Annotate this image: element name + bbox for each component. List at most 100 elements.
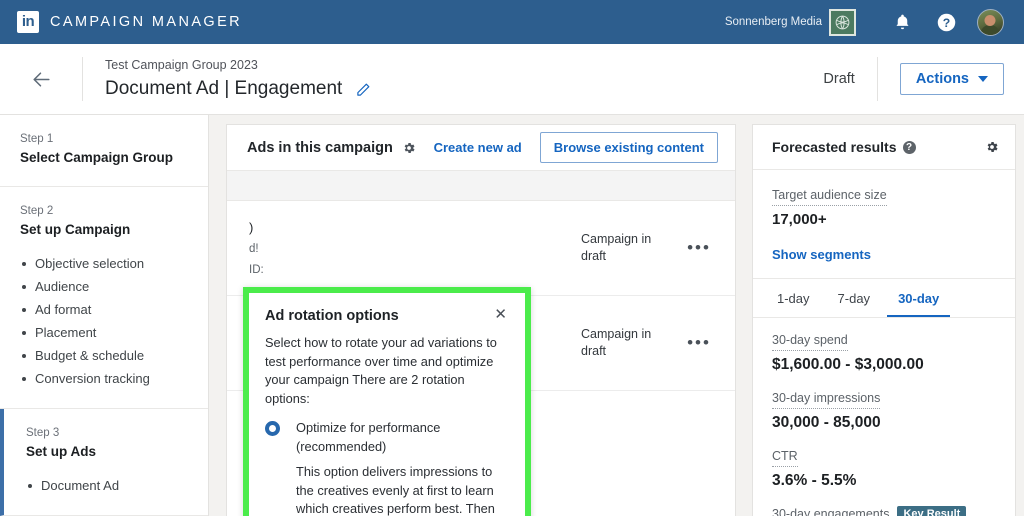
subheader-divider — [877, 57, 878, 101]
forecast-metrics-list: 30-day spend $1,600.00 - $3,000.00 30-da… — [753, 318, 1015, 516]
sidebar-item-document-ad[interactable]: Document Ad — [26, 474, 190, 497]
sidebar-item-placement[interactable]: Placement — [20, 321, 190, 344]
step-number: Step 2 — [20, 203, 190, 219]
dialog-title: Ad rotation options — [265, 306, 399, 326]
help-circle-icon[interactable]: ? — [903, 141, 916, 154]
actions-button-label: Actions — [916, 71, 969, 87]
ad-name: ) — [249, 218, 581, 237]
dialog-content: Ad rotation options ✕ Select how to rota… — [249, 293, 525, 516]
tab-1-day[interactable]: 1-day — [766, 279, 821, 317]
product-name: CAMPAIGN MANAGER — [50, 14, 242, 30]
browse-existing-content-button[interactable]: Browse existing content — [540, 132, 718, 163]
notifications-bell-icon[interactable] — [880, 0, 924, 44]
status-badge: Draft — [823, 71, 876, 87]
sidebar-step-1[interactable]: Step 1 Select Campaign Group — [0, 115, 208, 187]
forecast-header: Forecasted results ? — [753, 125, 1015, 170]
linkedin-logo-text: in — [22, 14, 34, 29]
sidebar-item-objective-selection[interactable]: Objective selection — [20, 252, 190, 275]
chevron-down-icon — [978, 76, 988, 82]
ads-panel-header: Ads in this campaign Create new ad Brows… — [227, 125, 735, 171]
metric-label-row: CTR — [772, 447, 996, 467]
metric-label-row: 30-day engagements Key Result — [772, 505, 996, 516]
forecast-timeframe-tabs: 1-day 7-day 30-day — [753, 279, 1015, 318]
key-result-badge: Key Result — [897, 506, 966, 516]
ads-panel-title: Ads in this campaign — [247, 140, 393, 156]
forecast-title: Forecasted results — [772, 139, 897, 155]
close-icon[interactable]: ✕ — [492, 306, 509, 324]
option-optimize-for-performance[interactable]: Optimize for performance (recommended) — [265, 419, 509, 456]
table-row[interactable]: ) d! ID: Campaign in draft ••• — [227, 201, 735, 296]
breadcrumb: Test Campaign Group 2023 — [105, 56, 371, 74]
ad-name-cell: ) d! ID: — [249, 218, 581, 279]
target-audience-label: Target audience size — [772, 186, 887, 206]
sidebar-item-ad-format[interactable]: Ad format — [20, 298, 190, 321]
ad-id-label: ID: — [249, 262, 581, 279]
gear-icon[interactable] — [402, 141, 416, 155]
steps-sidebar: Step 1 Select Campaign Group Step 2 Set … — [0, 115, 209, 516]
radio-optimize-performance[interactable] — [265, 421, 280, 436]
metric-30-day-spend: 30-day spend $1,600.00 - $3,000.00 — [772, 331, 996, 376]
sidebar-step-2[interactable]: Step 2 Set up Campaign Objective selecti… — [0, 187, 208, 409]
top-bar-right-group: Sonnenberg Media ? — [725, 0, 1024, 44]
option-label: Optimize for performance (recommended) — [296, 419, 509, 456]
profile-avatar[interactable] — [968, 0, 1012, 44]
metric-label: 30-day impressions — [772, 389, 880, 409]
pencil-edit-icon[interactable] — [356, 82, 371, 97]
metric-label: 30-day engagements — [772, 505, 889, 516]
brand-area[interactable]: in CAMPAIGN MANAGER — [0, 11, 242, 33]
dialog-header: Ad rotation options ✕ — [265, 306, 509, 326]
option-optimize-description: This option delivers impressions to the … — [296, 463, 509, 516]
account-logo-icon — [829, 9, 856, 36]
row-overflow-menu-icon[interactable]: ••• — [677, 238, 721, 258]
metric-30-day-impressions: 30-day impressions 30,000 - 85,000 — [772, 389, 996, 434]
campaign-manager-app: in CAMPAIGN MANAGER Sonnenberg Media — [0, 0, 1024, 516]
step-title: Set up Ads — [26, 442, 190, 462]
svg-text:?: ? — [942, 15, 949, 29]
page-subheader: Test Campaign Group 2023 Document Ad | E… — [0, 44, 1024, 115]
metric-label: CTR — [772, 447, 798, 467]
page-title-row: Document Ad | Engagement — [105, 76, 371, 102]
account-switcher[interactable]: Sonnenberg Media — [725, 9, 856, 36]
sidebar-item-audience[interactable]: Audience — [20, 275, 190, 298]
top-navigation-bar: in CAMPAIGN MANAGER Sonnenberg Media — [0, 0, 1024, 44]
step-title: Select Campaign Group — [20, 148, 190, 168]
metric-ctr: CTR 3.6% - 5.5% — [772, 447, 996, 492]
metric-value: 30,000 - 85,000 — [772, 412, 996, 434]
row-overflow-menu-icon[interactable]: ••• — [677, 333, 721, 353]
step-3-substeps: Document Ad — [26, 474, 190, 497]
metric-value: $1,600.00 - $3,000.00 — [772, 354, 996, 376]
sidebar-step-3[interactable]: Step 3 Set up Ads Document Ad — [0, 409, 208, 516]
step-number: Step 3 — [26, 425, 190, 441]
dialog-description: Select how to rotate your ad variations … — [265, 334, 509, 408]
account-name: Sonnenberg Media — [725, 16, 822, 28]
page-body: Step 1 Select Campaign Group Step 2 Set … — [0, 115, 1024, 516]
step-2-substeps: Objective selection Audience Ad format P… — [20, 252, 190, 390]
subheader-right-group: Draft Actions — [823, 44, 1024, 114]
gear-icon[interactable] — [985, 140, 999, 154]
ad-rotation-options-dialog: Ad rotation options ✕ Select how to rota… — [243, 287, 531, 516]
metric-30-day-engagements: 30-day engagements Key Result 1,600 - 4,… — [772, 505, 996, 516]
sidebar-item-conversion-tracking[interactable]: Conversion tracking — [20, 367, 190, 390]
back-arrow-icon[interactable] — [0, 44, 82, 114]
step-number: Step 1 — [20, 131, 190, 147]
linkedin-logo-icon: in — [17, 11, 39, 33]
ad-status: Campaign in draft — [581, 231, 677, 265]
metric-label: 30-day spend — [772, 331, 848, 351]
create-new-ad-link[interactable]: Create new ad — [434, 140, 522, 155]
ad-detail: d! — [249, 241, 581, 258]
target-audience-section: Target audience size 17,000+ Show segmen… — [753, 170, 1015, 279]
avatar-image — [977, 9, 1004, 36]
metric-value: 3.6% - 5.5% — [772, 470, 996, 492]
metric-label-row: 30-day spend — [772, 331, 996, 351]
tab-7-day[interactable]: 7-day — [827, 279, 882, 317]
tab-30-day[interactable]: 30-day — [887, 279, 950, 317]
page-titles: Test Campaign Group 2023 Document Ad | E… — [83, 56, 371, 102]
sidebar-item-budget-schedule[interactable]: Budget & schedule — [20, 344, 190, 367]
help-icon[interactable]: ? — [924, 0, 968, 44]
show-segments-link[interactable]: Show segments — [772, 247, 871, 262]
page-title: Document Ad | Engagement — [105, 76, 342, 102]
actions-button[interactable]: Actions — [900, 63, 1004, 95]
metric-label-row: 30-day impressions — [772, 389, 996, 409]
target-audience-value: 17,000+ — [772, 209, 996, 231]
ad-status: Campaign in draft — [581, 326, 677, 360]
